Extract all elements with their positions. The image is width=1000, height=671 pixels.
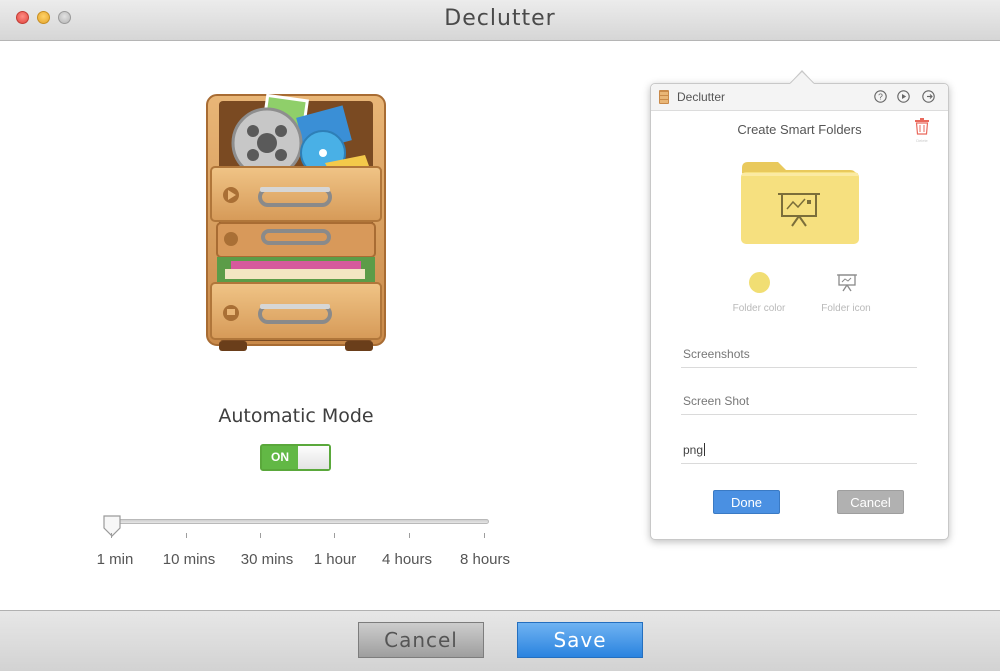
extension-field[interactable]: png: [681, 435, 917, 464]
smart-folder-icon: [741, 162, 859, 244]
toggle-on-label: ON: [262, 446, 298, 469]
text-caret: [704, 443, 706, 456]
svg-text:?: ?: [878, 92, 883, 102]
popover-header: Declutter ?: [651, 84, 948, 111]
help-icon[interactable]: ?: [874, 90, 887, 103]
interval-slider-track[interactable]: [108, 519, 489, 524]
slider-tick: [334, 533, 335, 538]
folder-color-label: Folder color: [732, 303, 786, 314]
window-title: Declutter: [444, 6, 556, 31]
done-button[interactable]: Done: [713, 490, 780, 514]
slider-tick: [409, 533, 410, 538]
automatic-mode-toggle[interactable]: ON: [260, 444, 331, 471]
title-bar: Declutter: [0, 0, 1000, 41]
folder-icon-label: Folder icon: [821, 303, 871, 314]
tick-label-10-mins: 10 mins: [162, 551, 216, 568]
keyword-field[interactable]: Screen Shot: [681, 386, 917, 415]
exit-icon[interactable]: [922, 90, 935, 103]
interval-slider-thumb[interactable]: [102, 514, 122, 538]
popover-app-name: Declutter: [677, 90, 726, 104]
delete-label: Delete: [916, 138, 928, 143]
slider-tick: [260, 533, 261, 538]
slider-tick: [111, 533, 112, 538]
automatic-mode-label: Automatic Mode: [218, 405, 374, 427]
keyword-value: Screen Shot: [683, 394, 750, 408]
declutter-app-icon: [659, 90, 669, 104]
tick-label-8-hours: 8 hours: [459, 551, 511, 568]
folder-icon-picker-icon[interactable]: [836, 271, 858, 293]
drawer-cabinet-icon: [206, 93, 386, 351]
smart-folder-popover: Declutter ? Create Smart Folders Delete: [650, 83, 949, 540]
slider-tick: [186, 533, 187, 538]
delete-trash-icon[interactable]: Delete: [914, 118, 930, 144]
toggle-knob[interactable]: [298, 446, 329, 469]
folder-name-field[interactable]: Screenshots: [681, 339, 917, 368]
folder-color-swatch[interactable]: [749, 272, 770, 293]
popover-heading: Create Smart Folders: [737, 122, 862, 137]
popover-cancel-button[interactable]: Cancel: [837, 490, 904, 514]
extension-value: png: [683, 443, 704, 457]
tick-label-4-hours: 4 hours: [381, 551, 433, 568]
folder-name-value: Screenshots: [683, 347, 750, 361]
slider-tick: [484, 533, 485, 538]
extension-input-text: png: [683, 443, 706, 457]
cancel-button[interactable]: Cancel: [358, 622, 484, 658]
footer-bar: Cancel Save: [0, 610, 1000, 671]
popover-arrow-fill: [790, 72, 814, 84]
play-icon[interactable]: [897, 90, 910, 103]
save-button[interactable]: Save: [517, 622, 643, 658]
app-window: Declutter Automatic Mode ON 1 min 10 min…: [0, 0, 1000, 671]
